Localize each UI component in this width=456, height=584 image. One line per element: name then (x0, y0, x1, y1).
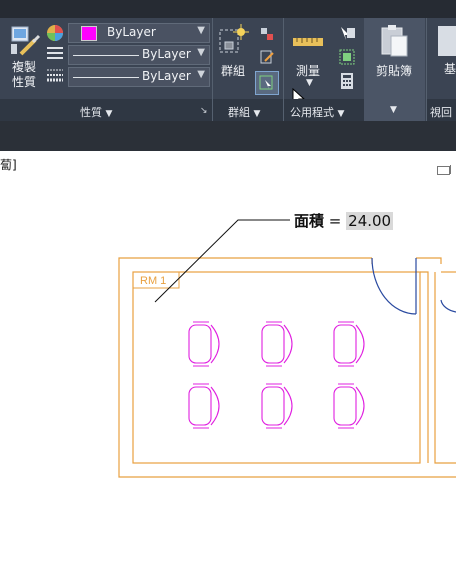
ribbon-top-strip (0, 0, 456, 18)
clipboard-label: 剪貼簿 (376, 64, 413, 78)
chevron-down-icon: ▼ (197, 25, 205, 36)
chevron-down-icon: ▼ (253, 109, 261, 119)
group-edit-icon[interactable] (259, 49, 275, 65)
clipboard-panel[interactable]: 剪貼簿 ▼ (364, 18, 425, 121)
chairs (188, 321, 365, 429)
walls (118, 257, 456, 478)
chevron-down-icon: ▼ (337, 109, 345, 119)
chair (261, 321, 293, 367)
view-button[interactable]: 基 (432, 22, 456, 94)
door (371, 257, 456, 315)
lineweight-value: ByLayer (139, 69, 191, 83)
group-button[interactable]: 群組 (215, 22, 255, 94)
chevron-down-icon: ▼ (390, 105, 397, 115)
chair (333, 383, 365, 429)
view-icon (438, 26, 456, 56)
area-annotation: 面積 = 24.00 (294, 210, 394, 231)
properties-panel-title[interactable]: 性質 ▼ (80, 104, 112, 120)
ruler-icon (293, 38, 323, 46)
linetype-value: ByLayer (139, 47, 191, 61)
drawing-tab-title[interactable]: 蔔] (0, 156, 17, 173)
match-properties-icon (11, 26, 41, 56)
color-dropdown[interactable]: ByLayer ▼ (68, 23, 210, 43)
chair (188, 321, 220, 367)
area-value: 24.00 (346, 212, 394, 230)
chevron-down-icon: ▼ (105, 109, 113, 119)
color-value: ByLayer (107, 25, 156, 39)
groups-panel-label: 群組 (228, 106, 250, 119)
group-select-icon (259, 75, 273, 90)
clipboard-icon (381, 25, 408, 57)
linetype-dropdown[interactable]: ByLayer ▼ (68, 45, 210, 65)
window-edge (450, 165, 451, 174)
measure-label: 測量 (296, 64, 321, 78)
leader-line (154, 219, 290, 303)
group-icon (219, 24, 249, 53)
utilities-panel-label: 公用程式 (290, 106, 334, 119)
color-swatch (81, 26, 97, 41)
ungroup-icon[interactable] (259, 26, 275, 42)
utilities-panel-title[interactable]: 公用程式 ▼ (290, 104, 344, 120)
lineweight-dropdown[interactable]: ByLayer ▼ (68, 67, 210, 87)
chair (261, 383, 293, 429)
drawing-canvas[interactable]: RM 1 (0, 180, 456, 584)
groups-panel-title[interactable]: 群組 ▼ (228, 104, 260, 120)
calculator-icon[interactable] (338, 72, 356, 90)
view-label: 基 (444, 62, 456, 76)
copy-properties-button[interactable]: 複製 性質 (6, 22, 42, 94)
dialog-launcher-icon[interactable]: ↘ (200, 106, 208, 116)
chevron-down-icon: ▼ (197, 69, 205, 80)
minimize-button[interactable] (437, 166, 450, 175)
lineweight-icon (47, 69, 63, 82)
group-select-button[interactable] (255, 71, 279, 95)
ribbon-footer-bar (0, 121, 456, 151)
area-prefix: 面積 (294, 212, 325, 230)
linetype-icon (47, 47, 63, 59)
area-equals: = (328, 212, 342, 230)
select-all-icon[interactable] (338, 48, 356, 66)
color-wheel-icon (47, 25, 63, 41)
properties-panel-label: 性質 (80, 106, 102, 119)
chevron-down-icon: ▼ (197, 47, 205, 58)
chevron-down-icon: ▼ (306, 78, 313, 88)
chair (188, 383, 220, 429)
room-tag-text: RM 1 (140, 275, 166, 287)
group-label: 群組 (221, 64, 246, 78)
copy-properties-label: 複製 性質 (12, 60, 37, 89)
chair (333, 321, 365, 367)
measure-button[interactable]: 測量 ▼ (288, 22, 328, 94)
quick-select-icon[interactable] (338, 24, 356, 42)
view-panel-label[interactable]: 視回 (430, 104, 452, 120)
